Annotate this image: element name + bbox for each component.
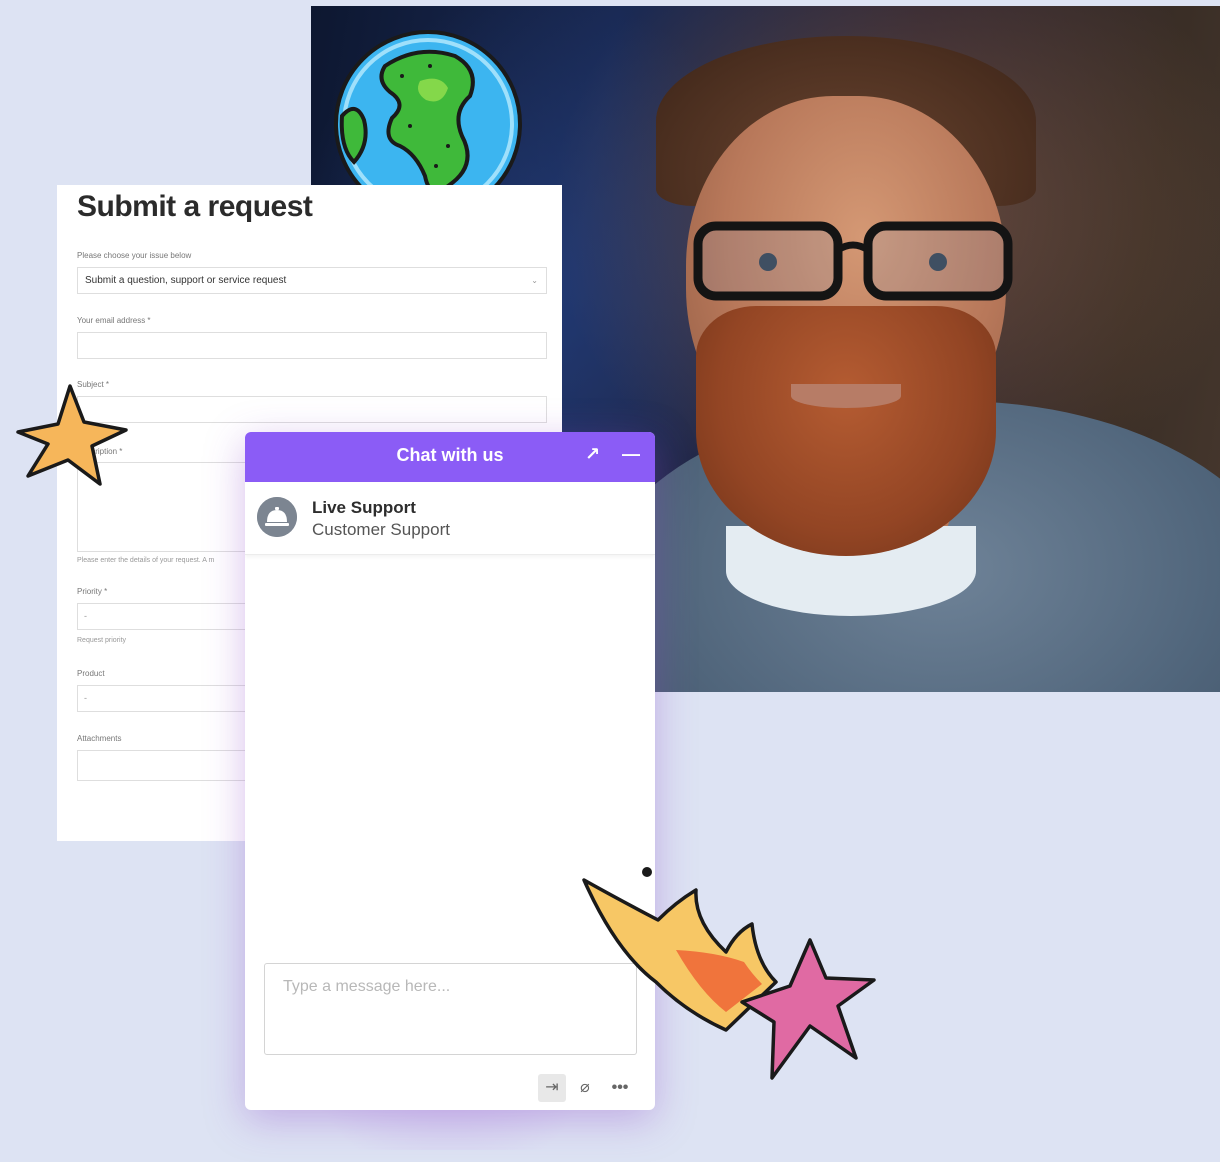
priority-label: Priority * — [77, 587, 108, 596]
description-help: Please enter the details of your request… — [77, 557, 215, 564]
attachments-dropzone[interactable] — [77, 750, 247, 781]
photo-mouth — [791, 384, 901, 408]
chat-header: Chat with us ↗ — — [245, 432, 655, 482]
chevron-down-icon: ⌄ — [531, 276, 538, 285]
product-select[interactable]: - — [77, 685, 247, 712]
exit-icon[interactable]: ⇥ — [538, 1074, 566, 1102]
agent-name: Live Support — [312, 498, 416, 517]
agent-role: Customer Support — [312, 520, 450, 539]
subject-field[interactable] — [77, 396, 547, 423]
priority-help: Request priority — [77, 637, 127, 644]
issue-label: Please choose your issue below — [77, 251, 192, 260]
priority-select[interactable]: - — [77, 603, 247, 630]
email-label: Your email address * — [77, 316, 151, 325]
product-label: Product — [77, 669, 105, 678]
agent-row: Live Support Customer Support — [245, 482, 655, 555]
photo-glasses — [686, 218, 1016, 308]
star-icon — [14, 380, 132, 488]
email-field[interactable] — [77, 332, 547, 359]
attachments-label: Attachments — [77, 734, 122, 743]
issue-select[interactable]: Submit a question, support or service re… — [77, 267, 547, 294]
issue-select-value: Submit a question, support or service re… — [85, 275, 287, 286]
expand-icon[interactable]: ↗ — [585, 444, 600, 465]
concierge-bell-icon — [257, 497, 297, 537]
comet-icon — [576, 862, 880, 1086]
photo-beard — [696, 306, 996, 556]
minimize-icon[interactable]: — — [622, 444, 640, 465]
form-title: Submit a request — [77, 190, 313, 223]
